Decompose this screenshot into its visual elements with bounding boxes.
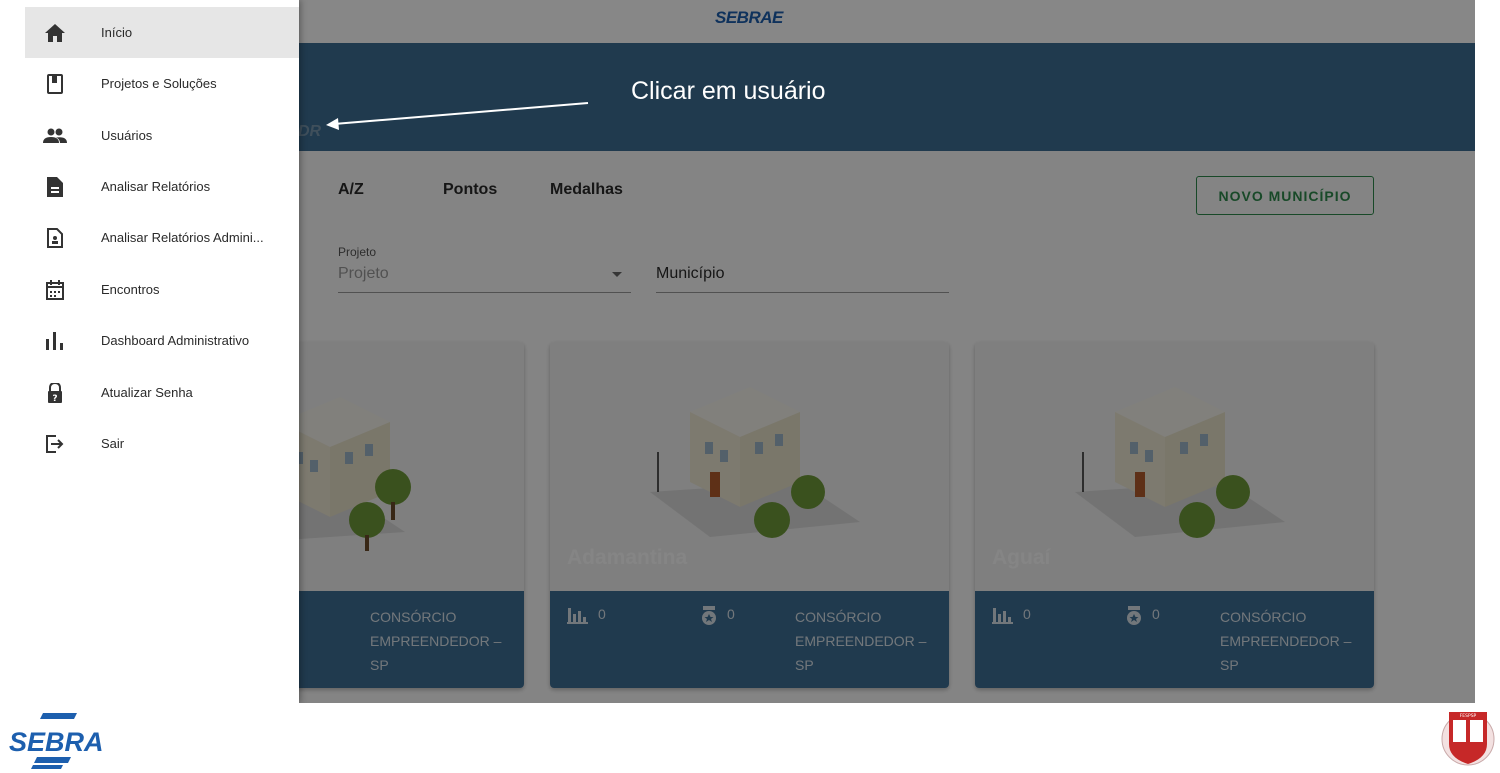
lock-icon: ? <box>43 381 67 405</box>
sidebar-item-atualizar-senha[interactable]: ? Atualizar Senha <box>25 367 299 418</box>
fespsp-logo-text: FESPSP <box>1460 713 1477 719</box>
sebrae-footer-logo: SEBRAE <box>7 713 123 773</box>
exit-icon <box>43 432 67 456</box>
sidebar-item-label: Sair <box>101 436 125 451</box>
people-icon <box>43 124 67 148</box>
sidebar-item-projetos[interactable]: Projetos e Soluções <box>25 58 299 109</box>
sebrae-logo-text: SEBRAE <box>9 727 103 757</box>
home-icon <box>43 21 67 45</box>
sidebar-drawer: Início Projetos e Soluções Usuários Anal… <box>25 0 299 703</box>
report-icon <box>43 175 67 199</box>
fespsp-logo: FESPSP <box>1440 706 1496 773</box>
slide: SEBRAE DR A/Z Pontos Medalhas NOVO MUNIC… <box>0 0 1500 773</box>
sidebar-item-usuarios[interactable]: Usuários <box>25 110 299 161</box>
sidebar-item-dashboard[interactable]: Dashboard Administrativo <box>25 315 299 366</box>
sidebar-item-label: Encontros <box>101 282 160 297</box>
calendar-icon <box>43 278 67 302</box>
admin-report-icon <box>43 226 67 250</box>
annotation-arrow <box>326 102 589 130</box>
sidebar-item-analisar-relatorios-admin[interactable]: Analisar Relatórios Admini... <box>25 212 299 263</box>
sidebar-item-label: Início <box>101 25 133 40</box>
book-icon <box>43 72 67 96</box>
sidebar-item-label: Analisar Relatórios <box>101 179 211 194</box>
sidebar-item-label: Dashboard Administrativo <box>101 333 250 348</box>
annotation-text: Clicar em usuário <box>631 77 826 105</box>
sidebar-item-label: Projetos e Soluções <box>101 76 217 91</box>
svg-text:?: ? <box>52 394 57 403</box>
sidebar-item-encontros[interactable]: Encontros <box>25 264 299 315</box>
bar-chart-icon <box>43 329 67 353</box>
sidebar-item-inicio[interactable]: Início <box>25 7 299 58</box>
sidebar-item-label: Usuários <box>101 128 153 143</box>
sidebar-item-label: Atualizar Senha <box>101 385 193 400</box>
sidebar-item-sair[interactable]: Sair <box>25 418 299 469</box>
sidebar-item-analisar-relatorios[interactable]: Analisar Relatórios <box>25 161 299 212</box>
sidebar-item-label: Analisar Relatórios Admini... <box>101 230 264 245</box>
